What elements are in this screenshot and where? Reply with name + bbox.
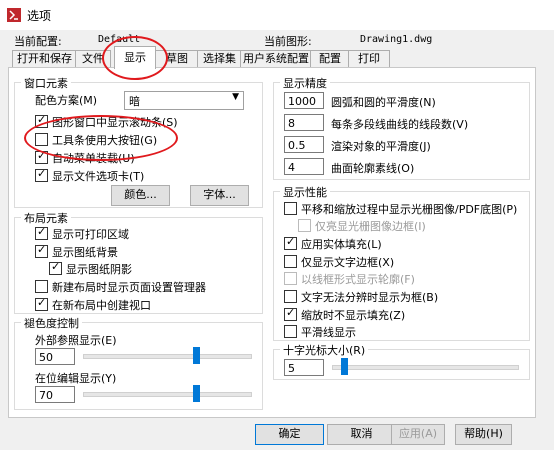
crosshair-size-group: 十字光标大小(R) 5 (273, 342, 530, 380)
text-as-box-label: 文字无法分辨时显示为框(B) (301, 291, 439, 304)
color-scheme-value: 暗 (129, 95, 140, 108)
smooth-line-checkbox[interactable] (284, 325, 297, 338)
render-smoothness-label: 渲染对象的平滑度(J) (331, 140, 431, 153)
crosshair-size-track[interactable] (332, 365, 519, 370)
fade-control-title: 褪色度控制 (21, 315, 82, 331)
ok-button[interactable]: 确定 (255, 424, 324, 445)
window-elements-title: 窗口元素 (21, 75, 71, 91)
create-viewport-checkbox[interactable] (35, 296, 48, 311)
title-bar (0, 0, 554, 30)
crosshair-size-title: 十字光标大小(R) (280, 342, 369, 358)
raster-pan-zoom-checkbox[interactable] (284, 202, 297, 215)
paper-background-checkbox[interactable] (35, 243, 48, 258)
wireframe-silhouette-checkbox[interactable] (284, 272, 297, 285)
file-tabs-checkbox[interactable] (35, 167, 48, 182)
page-setup-manager-label: 新建布局时显示页面设置管理器 (52, 281, 206, 294)
paper-shadow-label: 显示图纸阴影 (66, 263, 132, 276)
fonts-button[interactable]: 字体... (190, 185, 249, 206)
crosshair-size-input[interactable]: 5 (284, 359, 324, 376)
color-scheme-label: 配色方案(M) (35, 94, 98, 107)
xref-fade-slider-thumb[interactable] (193, 347, 200, 364)
help-button[interactable]: 帮助(H) (455, 424, 512, 445)
layout-elements-group: 布局元素 显示可打印区域 显示图纸背景 显示图纸阴影 新建布局时显示页面设置管理… (14, 210, 263, 314)
crosshair-size-slider-thumb[interactable] (341, 358, 348, 375)
chevron-down-icon: ▼ (232, 92, 239, 102)
raster-frame-label: 仅亮显光栅图像边框(I) (315, 220, 426, 233)
polyline-segments-input[interactable]: 8 (284, 114, 324, 131)
app-icon (7, 8, 21, 22)
display-precision-title: 显示精度 (280, 75, 330, 91)
paper-shadow-checkbox[interactable] (49, 260, 62, 275)
paper-background-label: 显示图纸背景 (52, 246, 118, 259)
xref-fade-track[interactable] (83, 354, 252, 359)
solid-fill-checkbox[interactable] (284, 235, 297, 250)
raster-pan-zoom-label: 平移和缩放过程中显示光栅图像/PDF底图(P) (301, 203, 518, 216)
render-smoothness-input[interactable]: 0.5 (284, 136, 324, 153)
text-frame-label: 仅显示文字边框(X) (301, 256, 395, 269)
inplace-fade-label: 在位编辑显示(Y) (35, 372, 117, 385)
drawing-value: Drawing1.dwg (360, 34, 433, 45)
no-fill-zoom-checkbox[interactable] (284, 306, 297, 321)
inplace-fade-track[interactable] (83, 392, 252, 397)
page-setup-manager-checkbox[interactable] (35, 280, 48, 293)
tab-profiles[interactable]: 配置 (310, 50, 350, 68)
apply-button[interactable]: 应用(A) (391, 424, 445, 445)
drawing-label: 当前图形: (264, 35, 312, 48)
create-viewport-label: 在新布局中创建视口 (52, 299, 151, 312)
tab-user-preferences[interactable]: 用户系统配置 (240, 50, 312, 68)
file-tabs-label: 显示文件选项卡(T) (52, 170, 145, 183)
xref-fade-input[interactable]: 50 (35, 348, 75, 365)
arc-smoothness-label: 圆弧和圆的平滑度(N) (331, 96, 436, 109)
polyline-segments-label: 每条多段线曲线的线段数(V) (331, 118, 469, 131)
contour-lines-input[interactable]: 4 (284, 158, 324, 175)
display-performance-group: 显示性能 平移和缩放过程中显示光栅图像/PDF底图(P) 仅亮显光栅图像边框(I… (273, 184, 530, 341)
cancel-button[interactable]: 取消 (327, 424, 396, 445)
contour-lines-label: 曲面轮廓素线(O) (331, 162, 415, 175)
tab-plot[interactable]: 打印 (348, 50, 390, 68)
display-performance-title: 显示性能 (280, 184, 330, 200)
tab-display[interactable]: 显示 (114, 46, 156, 69)
text-frame-checkbox[interactable] (284, 255, 297, 268)
display-precision-group: 显示精度 1000 圆弧和圆的平滑度(N) 8 每条多段线曲线的线段数(V) 0… (273, 75, 530, 180)
colors-button[interactable]: 颜色... (111, 185, 170, 206)
inplace-fade-slider-thumb[interactable] (193, 385, 200, 402)
smooth-line-label: 平滑线显示 (301, 326, 356, 339)
text-as-box-checkbox[interactable] (284, 290, 297, 303)
arc-smoothness-input[interactable]: 1000 (284, 92, 324, 109)
window-title: 选项 (27, 9, 52, 23)
wireframe-silhouette-label: 以线框形式显示轮廓(F) (301, 273, 415, 286)
printable-area-label: 显示可打印区域 (52, 228, 129, 241)
printable-area-checkbox[interactable] (35, 225, 48, 240)
inplace-fade-input[interactable]: 70 (35, 386, 75, 403)
color-scheme-select[interactable]: 暗 ▼ (124, 91, 244, 110)
raster-frame-checkbox[interactable] (298, 219, 311, 232)
xref-fade-label: 外部参照显示(E) (35, 334, 117, 347)
solid-fill-label: 应用实体填充(L) (301, 238, 382, 251)
fade-control-group: 褪色度控制 外部参照显示(E) 50 在位编辑显示(Y) 70 (14, 315, 263, 410)
tab-open-save[interactable]: 打开和保存 (12, 50, 77, 68)
no-fill-zoom-label: 缩放时不显示填充(Z) (301, 309, 406, 322)
annotation-circle-large-buttons (24, 115, 178, 161)
layout-elements-title: 布局元素 (21, 210, 71, 226)
tab-selection[interactable]: 选择集 (197, 50, 242, 68)
profile-label: 当前配置: (14, 35, 62, 48)
